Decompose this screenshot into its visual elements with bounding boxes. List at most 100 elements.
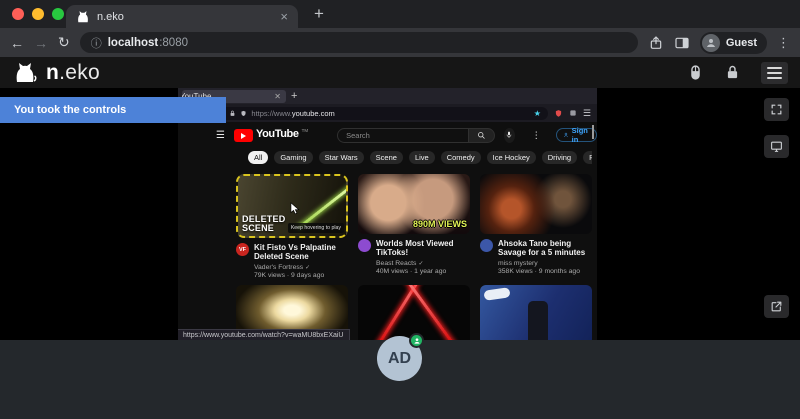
video-thumbnail[interactable] xyxy=(480,285,592,340)
host-presence-badge xyxy=(409,333,424,348)
url-port: :8080 xyxy=(159,37,188,49)
search-icon xyxy=(477,131,486,140)
remote-screen[interactable]: YouTube ✕ + → ✕ ↻ xyxy=(178,88,762,340)
video-card[interactable]: Ahsoka Tano being Savage for a 5 minutes… xyxy=(480,174,592,279)
remote-new-tab-button[interactable]: + xyxy=(291,90,297,102)
window-zoom-button[interactable] xyxy=(52,8,64,20)
share-icon[interactable] xyxy=(648,35,664,51)
fullscreen-icon xyxy=(770,103,783,116)
browser-tab-strip: n.eko × + xyxy=(0,0,800,28)
video-meta: 358K views · 9 months ago xyxy=(498,268,592,275)
chip-comedy[interactable]: Comedy xyxy=(441,151,481,164)
video-card[interactable] xyxy=(480,285,592,340)
mic-icon xyxy=(505,131,513,139)
open-external-button[interactable] xyxy=(764,295,789,318)
youtube-menu-icon[interactable]: ⋮ xyxy=(532,130,541,141)
youtube-tm: TM xyxy=(302,128,309,133)
video-thumbnail[interactable] xyxy=(480,174,592,234)
remote-tab-bar: YouTube ✕ + xyxy=(178,88,597,104)
neko-menu-button[interactable] xyxy=(761,62,788,84)
category-chips: All Gaming Star Wars Scene Live Comedy I… xyxy=(248,151,592,164)
chip-ice-hockey[interactable]: Ice Hockey xyxy=(487,151,536,164)
remote-tab-close-icon[interactable]: ✕ xyxy=(274,92,281,101)
remote-url-prefix: https://www. xyxy=(251,109,291,118)
browser-tab[interactable]: n.eko × xyxy=(66,5,298,28)
remote-url-host: youtube.com xyxy=(292,109,335,118)
neko-brand: n.eko xyxy=(46,61,100,85)
window-controls xyxy=(12,8,64,20)
video-title[interactable]: Ahsoka Tano being Savage for a 5 minutes… xyxy=(498,239,592,258)
youtube-search: Search xyxy=(337,128,495,143)
channel-name[interactable]: Beast Reacts xyxy=(376,260,416,267)
video-thumbnail[interactable]: 890M VIEWS xyxy=(358,174,470,234)
fullscreen-button[interactable] xyxy=(764,98,789,121)
channel-avatar[interactable] xyxy=(480,239,493,252)
channel-avatar[interactable] xyxy=(358,239,371,252)
window-minimize-button[interactable] xyxy=(32,8,44,20)
verified-icon: ✓ xyxy=(305,264,310,271)
chip-star-wars[interactable]: Star Wars xyxy=(319,151,364,164)
bookmark-star-icon[interactable]: ★ xyxy=(534,109,541,118)
controls-notification: You took the controls xyxy=(0,97,226,123)
video-thumbnail[interactable]: DELETED SCENE Keep hovering to play xyxy=(236,174,348,238)
sign-in-button[interactable]: Sign in xyxy=(556,128,597,142)
browser-menu-icon[interactable]: ⋮ xyxy=(777,35,790,51)
window-close-button[interactable] xyxy=(12,8,24,20)
back-button[interactable]: ← xyxy=(10,35,24,51)
brand-bold: n xyxy=(46,61,59,84)
forward-button[interactable]: → xyxy=(34,35,48,51)
person-icon xyxy=(413,337,421,345)
remote-menu-icon[interactable]: ☰ xyxy=(583,108,591,119)
chip-all[interactable]: All xyxy=(248,151,268,164)
thumbnail-overlay-text: 890M VIEWS xyxy=(413,219,467,229)
remote-screen-area[interactable]: YouTube ✕ + → ✕ ↻ xyxy=(0,88,800,340)
brand-rest: .eko xyxy=(59,61,100,84)
search-button[interactable] xyxy=(469,128,495,143)
youtube-logo[interactable]: YouTube TM xyxy=(234,128,308,142)
remote-nav-bar: → ✕ ↻ https://www.youtube.com ★ xyxy=(178,104,597,122)
browser-toolbar: ← → ↻ ⓘ localhost :8080 Guest ⋮ xyxy=(0,28,800,57)
channel-name[interactable]: miss mystery xyxy=(498,260,538,267)
neko-logo-icon xyxy=(12,61,38,85)
scrollbar-thumb[interactable] xyxy=(592,125,594,139)
screen: n.eko × + ← → ↻ ⓘ localhost :8080 Guest … xyxy=(0,0,800,419)
youtube-guide-icon[interactable]: ☰ xyxy=(216,130,225,141)
remote-url-bar[interactable]: ↻ https://www.youtube.com ★ xyxy=(213,107,548,120)
video-title[interactable]: Kit Fisto Vs Palpatine Deleted Scene xyxy=(254,243,348,262)
video-card[interactable]: 890M VIEWS Worlds Most Viewed TikToks! B… xyxy=(358,174,470,279)
search-input[interactable]: Search xyxy=(337,128,469,143)
channel-name[interactable]: Vader's Fortress xyxy=(254,264,303,271)
remote-lock-icon xyxy=(229,110,236,117)
chip-live[interactable]: Live xyxy=(409,151,435,164)
video-thumbnail[interactable] xyxy=(358,285,470,340)
reload-button[interactable]: ↻ xyxy=(58,34,70,51)
user-avatar[interactable]: AD xyxy=(377,336,422,381)
adblock-icon[interactable] xyxy=(554,109,563,118)
chip-scene[interactable]: Scene xyxy=(370,151,403,164)
mouse-control-icon[interactable] xyxy=(687,64,704,81)
remote-shield-icon xyxy=(240,110,247,117)
profile-button[interactable]: Guest xyxy=(700,32,767,54)
profile-avatar-icon xyxy=(702,34,720,52)
new-tab-button[interactable]: + xyxy=(314,4,324,24)
chip-gaming[interactable]: Gaming xyxy=(274,151,312,164)
video-card[interactable]: DELETED SCENE Keep hovering to play VF K… xyxy=(236,174,348,279)
verified-icon: ✓ xyxy=(418,260,423,267)
external-link-icon xyxy=(770,300,783,313)
voice-search-button[interactable] xyxy=(504,128,515,143)
video-card[interactable] xyxy=(358,285,470,340)
chip-driving[interactable]: Driving xyxy=(542,151,577,164)
channel-avatar[interactable]: VF xyxy=(236,243,249,256)
site-info-icon[interactable]: ⓘ xyxy=(91,35,102,51)
video-title[interactable]: Worlds Most Viewed TikToks! xyxy=(376,239,470,258)
side-panel-icon[interactable] xyxy=(674,35,690,51)
extension-icon[interactable] xyxy=(569,109,577,117)
neko-cat-icon xyxy=(76,10,90,24)
address-bar[interactable]: ⓘ localhost :8080 xyxy=(80,32,638,53)
youtube-header: ☰ YouTube TM Search xyxy=(178,122,597,148)
tab-close-icon[interactable]: × xyxy=(280,9,288,24)
chip-role-playing-games[interactable]: Role-Playing Games xyxy=(583,151,592,164)
resolution-button[interactable] xyxy=(764,135,789,158)
sign-in-label: Sign in xyxy=(572,126,590,144)
lock-icon[interactable] xyxy=(724,64,741,81)
